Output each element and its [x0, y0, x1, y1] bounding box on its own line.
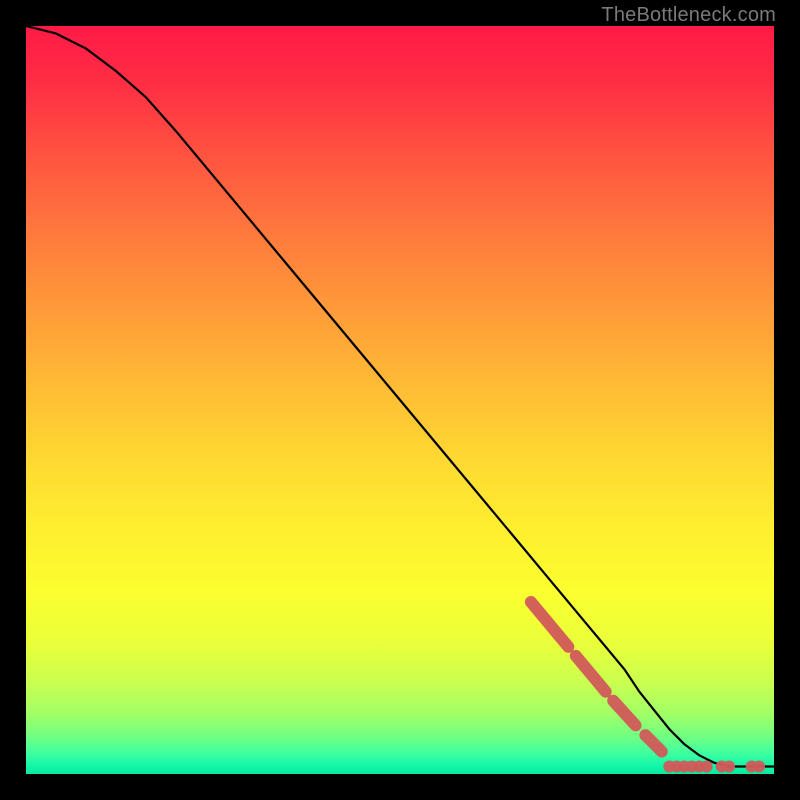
highlight-segments [531, 602, 662, 752]
watermark-text: TheBottleneck.com [601, 4, 776, 27]
chart-svg-layer [26, 26, 774, 774]
curve-line [26, 26, 774, 767]
chart-stage: TheBottleneck.com [0, 0, 800, 800]
